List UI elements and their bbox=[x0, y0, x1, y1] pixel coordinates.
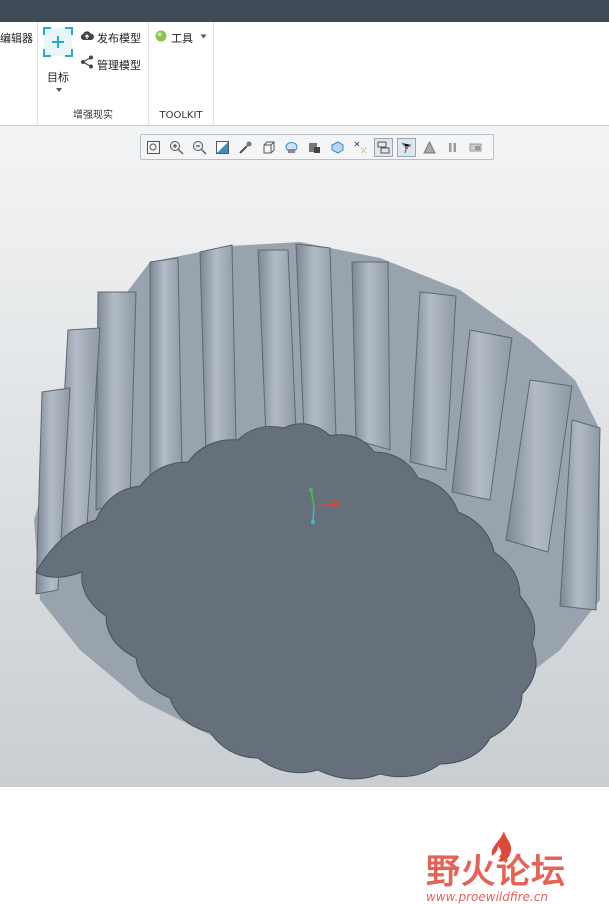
ribbon-group-ar: 目标 发布模型 管理模型 增强现实 bbox=[38, 22, 149, 125]
display-style-button[interactable] bbox=[259, 138, 278, 157]
zoom-out-button[interactable] bbox=[190, 138, 209, 157]
repaint-icon bbox=[216, 140, 229, 154]
zoom-out-icon bbox=[193, 140, 207, 154]
spin-center-icon bbox=[401, 142, 412, 153]
named-view-button[interactable] bbox=[305, 138, 324, 157]
ribbon-group-editor: 编辑器 bbox=[0, 22, 38, 125]
publish-model-label: 发布模型 bbox=[97, 32, 141, 45]
perspective-button[interactable] bbox=[236, 138, 255, 157]
cloud-upload-icon bbox=[80, 31, 94, 40]
forum-watermark: 野火论坛 www.proewildfire.cn bbox=[420, 831, 605, 904]
watermark-url: www.proewildfire.cn bbox=[426, 890, 548, 904]
zoom-in-button[interactable] bbox=[167, 138, 186, 157]
publish-model-button[interactable]: 发布模型 bbox=[80, 29, 146, 45]
refit-icon bbox=[147, 140, 160, 154]
section-button[interactable] bbox=[328, 138, 347, 157]
perspective-icon bbox=[239, 141, 252, 154]
refit-button[interactable] bbox=[144, 138, 163, 157]
group-label-ar: 增强现实 bbox=[73, 110, 113, 121]
tools-label: 工具 bbox=[171, 32, 193, 45]
target-button[interactable]: 目标 bbox=[43, 25, 73, 95]
window-titlebar bbox=[0, 0, 609, 22]
ribbon-group-toolkit: 工具 TOOLKIT bbox=[149, 22, 214, 125]
section-icon bbox=[331, 140, 344, 154]
named-view-icon bbox=[309, 142, 320, 153]
gear-model[interactable] bbox=[0, 126, 609, 787]
target-add-icon bbox=[43, 27, 73, 57]
group-label-toolkit: TOOLKIT bbox=[159, 110, 203, 121]
fullscreen-button[interactable] bbox=[466, 138, 485, 157]
spin-center-button[interactable] bbox=[397, 137, 416, 157]
datum-display-icon bbox=[377, 141, 390, 153]
manage-model-label: 管理模型 bbox=[97, 59, 141, 72]
tools-button[interactable]: 工具 bbox=[155, 29, 211, 45]
pause-button[interactable] bbox=[443, 138, 462, 157]
appearance-icon bbox=[423, 140, 436, 153]
repaint-button[interactable] bbox=[213, 138, 232, 157]
saved-views-icon bbox=[285, 141, 298, 153]
datum-display-button[interactable] bbox=[374, 137, 393, 157]
graphics-viewport[interactable]: 野火论坛 www.proewildfire.cn bbox=[0, 126, 609, 904]
target-label: 目标 bbox=[47, 71, 69, 84]
ribbon: 编辑器 目标 发布模型 管理模型 增强现实 工具 TOOLKIT bbox=[0, 22, 609, 126]
graphics-toolbar bbox=[140, 134, 494, 160]
editor-label[interactable]: 编辑器 bbox=[0, 30, 33, 46]
fullscreen-icon bbox=[469, 143, 482, 151]
annotation-display-button[interactable] bbox=[351, 138, 370, 157]
chevron-down-icon[interactable] bbox=[55, 87, 63, 93]
zoom-in-icon bbox=[170, 140, 184, 154]
annotation-display-icon bbox=[354, 141, 367, 153]
pause-icon bbox=[449, 142, 456, 152]
chevron-down-icon bbox=[200, 34, 207, 39]
display-style-icon bbox=[263, 141, 275, 153]
saved-views-button[interactable] bbox=[282, 138, 301, 157]
appearance-button[interactable] bbox=[420, 138, 439, 157]
watermark-title: 野火论坛 bbox=[426, 852, 566, 892]
share-icon bbox=[81, 55, 93, 69]
globe-icon bbox=[155, 30, 167, 42]
manage-model-button[interactable]: 管理模型 bbox=[80, 55, 146, 72]
